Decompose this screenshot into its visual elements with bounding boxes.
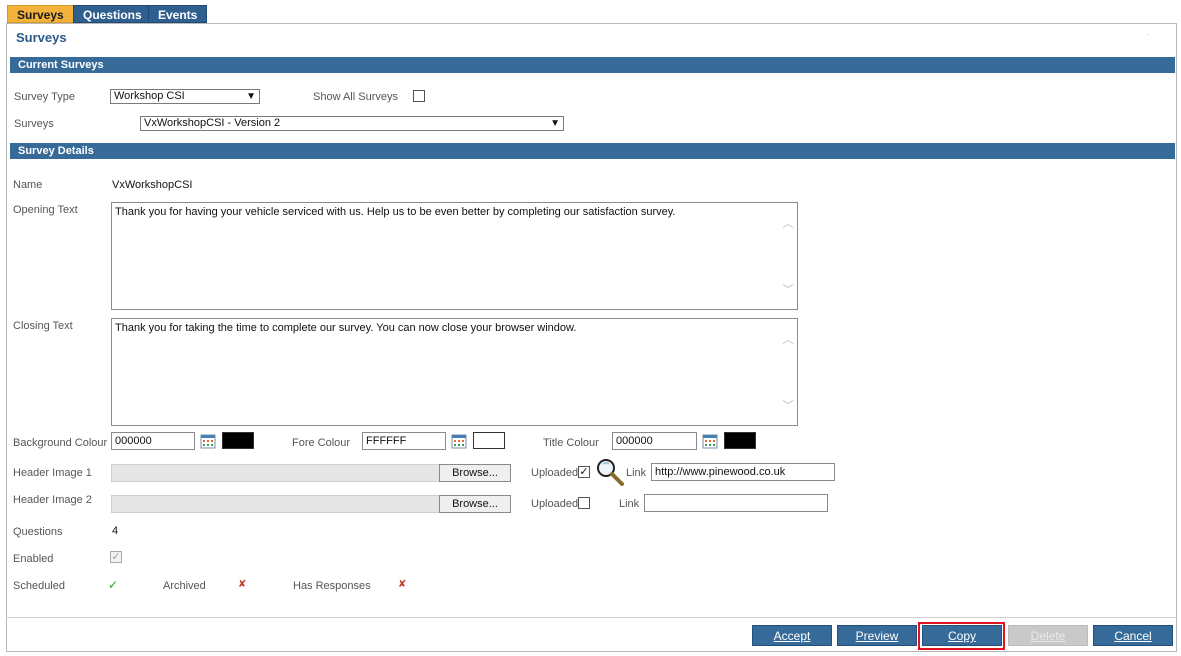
has-responses-label: Has Responses xyxy=(293,580,371,592)
header-image-1-uploaded-checkbox[interactable]: ✓ xyxy=(578,466,590,478)
scheduled-label: Scheduled xyxy=(13,580,65,592)
show-all-surveys-label: Show All Surveys xyxy=(313,91,398,103)
preview-label: Preview xyxy=(855,629,899,643)
fore-colour-label: Fore Colour xyxy=(292,437,351,449)
tab-surveys[interactable]: Surveys xyxy=(7,5,74,23)
background-colour-label: Background Colour xyxy=(13,437,108,449)
cancel-label: Cancel xyxy=(1114,629,1152,643)
tab-questions[interactable]: Questions xyxy=(73,5,152,23)
corner-mark: · xyxy=(1146,30,1149,39)
closing-text-area[interactable]: Thank you for taking the time to complet… xyxy=(111,318,798,426)
closing-text-scrollbar[interactable]: ︿ ﹀ xyxy=(779,321,795,423)
surveys-select[interactable]: VxWorkshopCSI - Version 2 ▼ xyxy=(140,116,564,131)
archived-label: Archived xyxy=(163,580,206,592)
title-colour-input[interactable]: 000000 xyxy=(612,432,697,450)
opening-text-area[interactable]: Thank you for having your vehicle servic… xyxy=(111,202,798,310)
cancel-button[interactable]: Cancel xyxy=(1093,625,1173,646)
title-colour-swatch xyxy=(724,432,756,449)
copy-button-highlight xyxy=(918,622,1005,650)
header-image-2-link-input[interactable] xyxy=(644,494,828,512)
calendar-icon[interactable] xyxy=(451,433,467,449)
section-survey-details: Survey Details xyxy=(10,143,1175,159)
calendar-icon[interactable] xyxy=(702,433,718,449)
accept-button[interactable]: Accept xyxy=(752,625,832,646)
enabled-label: Enabled xyxy=(13,553,54,565)
name-value: VxWorkshopCSI xyxy=(112,179,193,191)
section-current-surveys: Current Surveys xyxy=(10,57,1175,73)
footer-divider xyxy=(6,617,1177,618)
chevron-down-icon: ▼ xyxy=(550,118,560,129)
survey-type-label: Survey Type xyxy=(14,91,75,103)
enabled-checkbox: ✓ xyxy=(110,551,122,563)
surveys-label: Surveys xyxy=(14,118,54,130)
title-colour-label: Title Colour xyxy=(543,437,599,449)
page-title: Surveys xyxy=(16,30,67,45)
name-label: Name xyxy=(13,179,43,191)
delete-button: Delete xyxy=(1008,625,1088,646)
questions-count: 4 xyxy=(112,525,119,537)
accept-label: Accept xyxy=(773,629,811,643)
preview-button[interactable]: Preview xyxy=(837,625,917,646)
header-image-2-label: Header Image 2 xyxy=(13,494,92,506)
fore-colour-swatch xyxy=(473,432,505,449)
header-image-2-uploaded-label: Uploaded xyxy=(531,498,579,510)
questions-label: Questions xyxy=(13,526,63,538)
background-colour-swatch xyxy=(222,432,254,449)
calendar-icon[interactable] xyxy=(200,433,216,449)
header-image-2-uploaded-checkbox[interactable] xyxy=(578,497,590,509)
scroll-down-icon[interactable]: ﹀ xyxy=(781,397,795,413)
opening-text-label: Opening Text xyxy=(13,204,78,216)
surveys-value: VxWorkshopCSI - Version 2 xyxy=(144,117,281,129)
chevron-down-icon: ▼ xyxy=(246,91,256,102)
cross-icon: ✘ xyxy=(238,579,247,590)
header-image-1-link-input[interactable]: http://www.pinewood.co.uk xyxy=(651,463,835,481)
header-image-1-label: Header Image 1 xyxy=(13,467,92,479)
opening-text-scrollbar[interactable]: ︿ ﹀ xyxy=(779,205,795,307)
header-image-1-link-label: Link xyxy=(626,467,647,479)
header-image-2-link-label: Link xyxy=(619,498,640,510)
scroll-up-icon[interactable]: ︿ xyxy=(781,331,795,347)
scroll-up-icon[interactable]: ︿ xyxy=(781,215,795,231)
scroll-down-icon[interactable]: ﹀ xyxy=(781,281,795,297)
closing-text-label: Closing Text xyxy=(13,320,73,332)
header-image-1-uploaded-label: Uploaded xyxy=(531,467,579,479)
survey-type-select[interactable]: Workshop CSI ▼ xyxy=(110,89,260,104)
delete-label: Delete xyxy=(1030,629,1066,643)
show-all-surveys-checkbox[interactable] xyxy=(413,90,425,102)
header-image-1-browse-button[interactable]: Browse... xyxy=(439,464,511,482)
header-image-1-path[interactable] xyxy=(111,464,440,482)
opening-text-value: Thank you for having your vehicle servic… xyxy=(115,206,676,218)
magnifier-icon[interactable] xyxy=(595,457,625,487)
fore-colour-input[interactable]: FFFFFF xyxy=(362,432,446,450)
header-image-2-browse-button[interactable]: Browse... xyxy=(439,495,511,513)
background-colour-input[interactable]: 000000 xyxy=(111,432,195,450)
header-image-2-path[interactable] xyxy=(111,495,440,513)
cross-icon: ✘ xyxy=(398,579,407,590)
closing-text-value: Thank you for taking the time to complet… xyxy=(115,322,577,334)
tab-events[interactable]: Events xyxy=(148,5,208,23)
check-icon: ✓ xyxy=(108,578,119,592)
survey-type-value: Workshop CSI xyxy=(114,90,185,102)
